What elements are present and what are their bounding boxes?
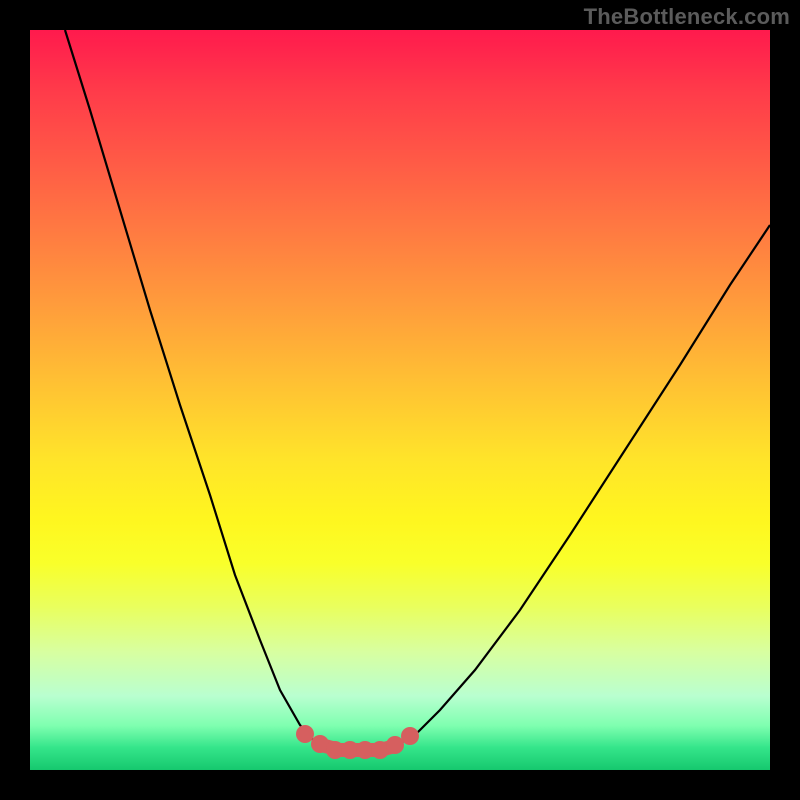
watermark-text: TheBottleneck.com	[584, 4, 790, 30]
chart-svg	[30, 30, 770, 770]
outer-frame: TheBottleneck.com	[0, 0, 800, 800]
marker-group	[296, 725, 419, 759]
curve-left-branch	[65, 30, 325, 746]
marker-dot	[296, 725, 314, 743]
marker-dot	[401, 727, 419, 745]
curve-right-branch	[395, 225, 770, 746]
marker-dot	[386, 736, 404, 754]
